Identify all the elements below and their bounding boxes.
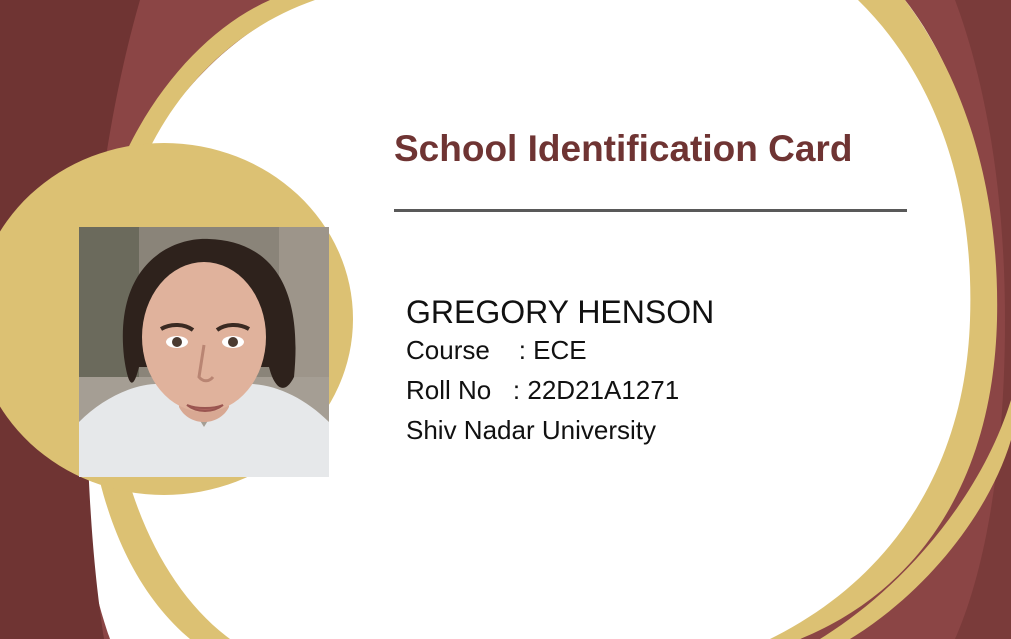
id-card: School Identification Card GREGORY HENSO… [0,0,1011,639]
roll-number-label: Roll No : [406,375,528,405]
university-name: Shiv Nadar University [406,415,656,445]
title-divider [394,209,907,212]
student-name: GREGORY HENSON [406,294,715,330]
roll-number-line: Roll No : 22D21A1271 [406,374,679,406]
course-line: Course : ECE [406,334,587,366]
course-value: ECE [533,335,587,365]
card-title: School Identification Card [394,128,853,169]
student-photo [79,227,329,477]
course-label: Course : [406,335,534,365]
roll-number-value: 22D21A1271 [527,375,680,405]
